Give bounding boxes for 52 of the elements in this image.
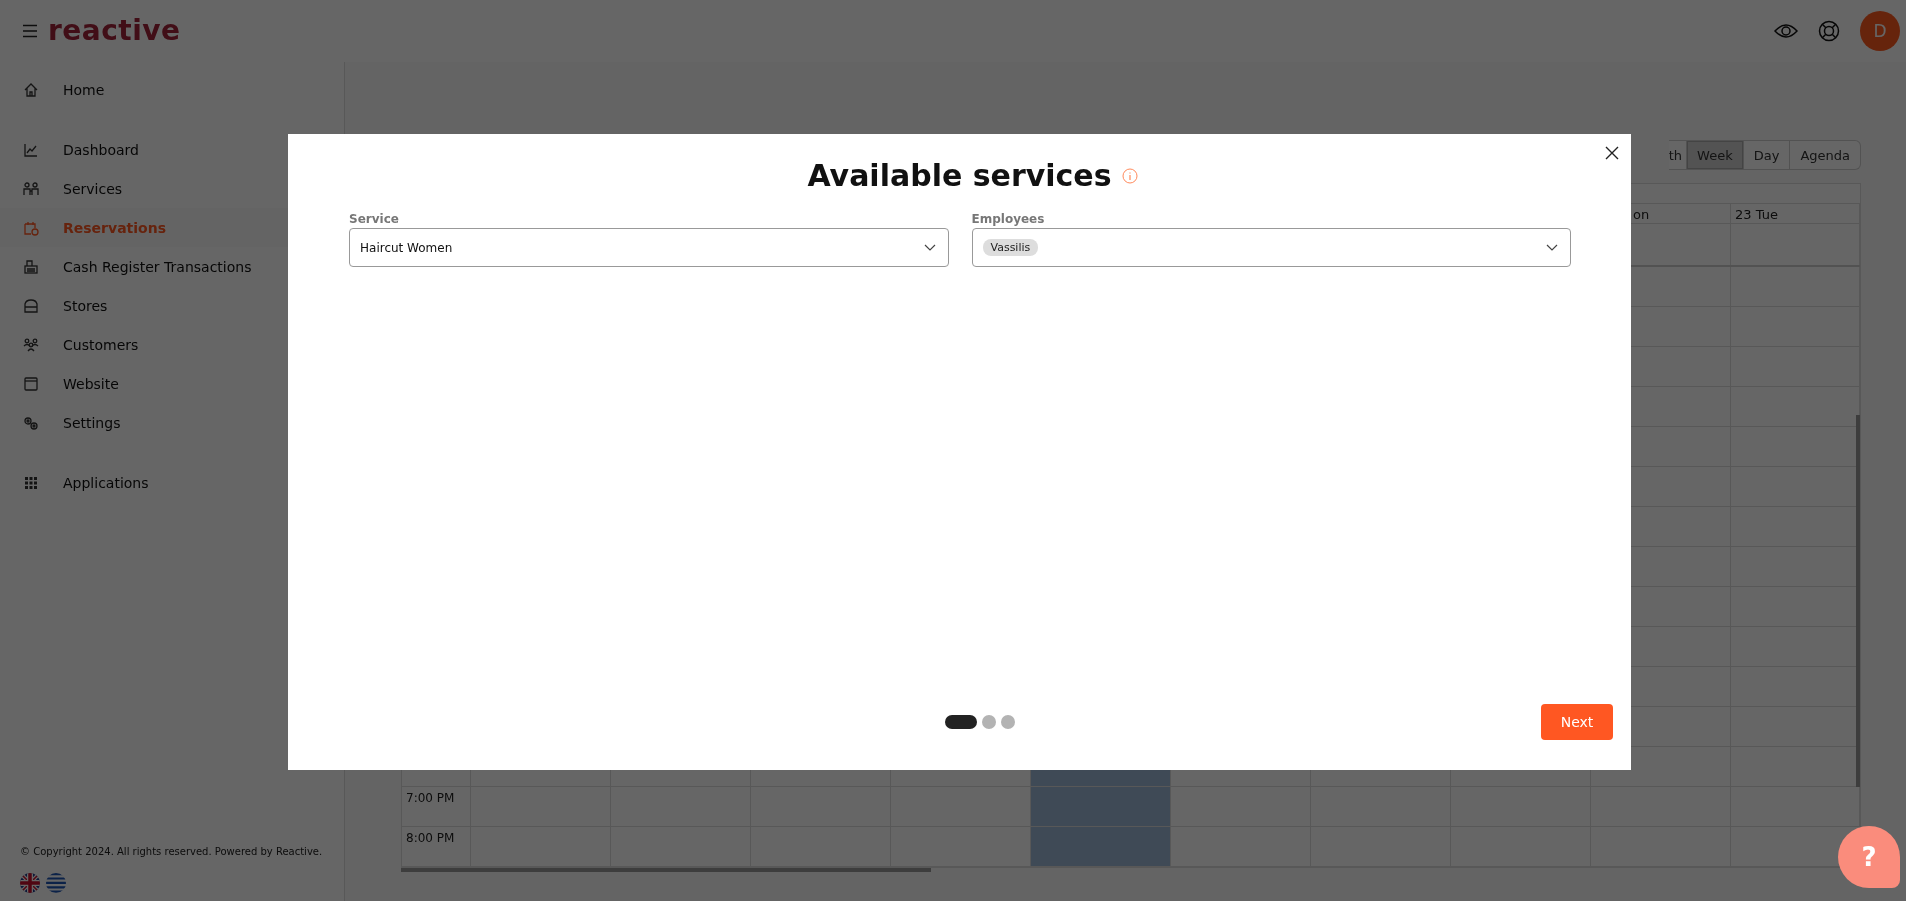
view-tab[interactable]: Day — [1743, 140, 1791, 170]
home-icon — [23, 81, 39, 98]
sidebar-item[interactable]: Stores — [0, 286, 344, 325]
calendar-cell[interactable] — [1031, 787, 1171, 826]
calendar-icon — [23, 219, 39, 236]
view-tab[interactable]: th — [1668, 140, 1688, 170]
eye-icon[interactable] — [1774, 22, 1798, 40]
uk-flag-icon[interactable] — [20, 873, 40, 893]
select-value: Haircut Women — [360, 240, 453, 255]
day-header: 23 Tue — [1734, 207, 1778, 222]
dialog-title: Available services — [807, 157, 1112, 195]
view-tab[interactable]: Week — [1687, 140, 1744, 170]
sidebar-item[interactable]: Services — [0, 169, 344, 208]
next-button[interactable]: Next — [1541, 704, 1613, 740]
sidebar-item[interactable]: Customers — [0, 325, 344, 364]
chevron-down-icon — [923, 244, 936, 251]
gears-icon — [23, 414, 39, 431]
window-icon — [23, 375, 39, 392]
sidebar-item[interactable]: Dashboard — [0, 130, 344, 169]
step-dot[interactable] — [1001, 715, 1015, 729]
sidebar-item[interactable]: Website — [0, 364, 344, 403]
register-icon — [23, 258, 39, 275]
select-field[interactable]: Haircut Women — [349, 228, 949, 267]
sidebar-item[interactable]: Applications — [0, 463, 344, 502]
close-icon[interactable] — [1605, 146, 1619, 160]
scrollbar-thumb[interactable] — [1856, 415, 1860, 787]
user-avatar[interactable]: D — [1860, 11, 1900, 51]
lifebuoy-icon[interactable] — [1818, 20, 1840, 42]
people-icon — [23, 180, 39, 197]
select-field[interactable]: Vassilis — [971, 228, 1571, 267]
menu-icon[interactable] — [22, 24, 38, 38]
step-dot[interactable] — [982, 715, 996, 729]
info-icon[interactable] — [1121, 168, 1138, 184]
employee-chip[interactable]: Vassilis — [982, 239, 1039, 256]
chart-icon — [23, 141, 39, 158]
day-header: on — [1632, 207, 1650, 222]
field-label: Employees — [971, 212, 1046, 226]
logo[interactable]: reactive — [48, 15, 181, 47]
greece-flag-icon[interactable] — [46, 873, 66, 893]
field-label: Service — [349, 212, 400, 226]
copyright-text: © Copyright 2024. All rights reserved. Powered by Reactive. — [20, 846, 324, 857]
sidebar-item[interactable]: Settings — [0, 403, 344, 442]
store-icon — [23, 297, 39, 314]
chevron-down-icon — [1546, 244, 1558, 251]
time-label: 8:00 PM — [405, 831, 455, 845]
time-label: 7:00 PM — [405, 791, 455, 805]
calendar-cell[interactable] — [1031, 827, 1171, 866]
grid-icon — [23, 474, 39, 491]
sidebar-item[interactable]: Home — [0, 70, 344, 109]
sidebar-item[interactable]: Cash Register Transactions — [0, 247, 344, 286]
view-tab[interactable]: Agenda — [1790, 140, 1861, 170]
customers-icon — [23, 336, 39, 353]
